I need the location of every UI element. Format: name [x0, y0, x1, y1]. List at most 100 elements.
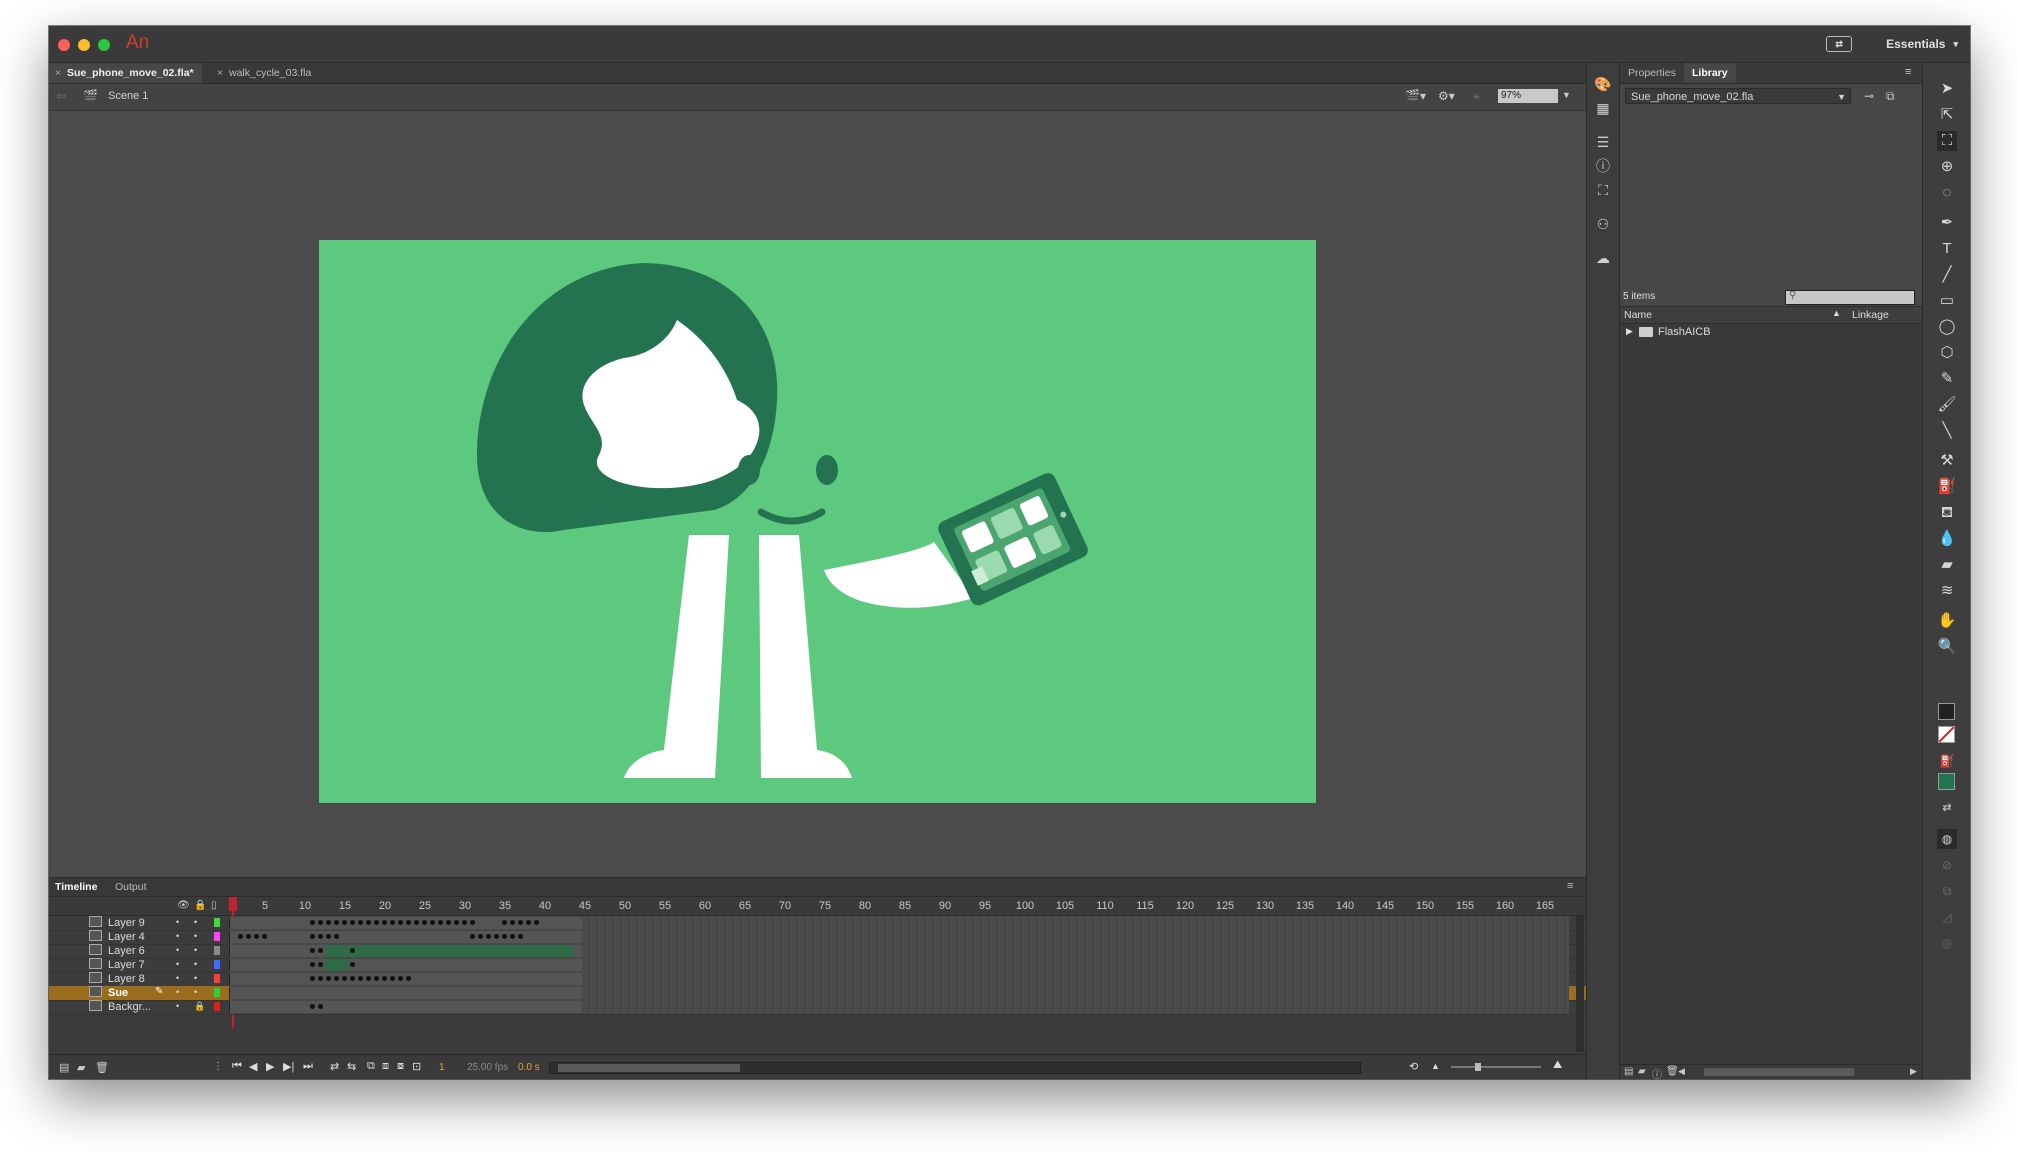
rectangle-tool-icon[interactable]: ▭ — [1937, 291, 1957, 311]
keyframe[interactable] — [398, 920, 403, 925]
lock-icon[interactable]: 🔒 — [194, 900, 206, 911]
brush-tool-icon[interactable]: 🖌 — [1937, 395, 1957, 415]
keyframe[interactable] — [374, 920, 379, 925]
sync-settings-icon[interactable]: ⇄ — [1826, 36, 1853, 52]
keyframe[interactable] — [310, 976, 315, 981]
layer-row[interactable]: Sue ✎ • • — [49, 986, 1586, 1001]
outline-color-swatch[interactable] — [214, 918, 220, 927]
width-tool-icon[interactable]: ≋ — [1937, 581, 1957, 601]
zoom-in-icon[interactable]: ⛰ — [1553, 1059, 1562, 1072]
keyframe[interactable] — [334, 934, 339, 939]
library-search-input[interactable]: ⚲ — [1785, 290, 1915, 305]
frame-track[interactable] — [229, 972, 1569, 986]
lock-toggle[interactable]: • — [194, 987, 197, 997]
color-panel-icon[interactable]: 🎨 — [1594, 75, 1612, 93]
lock-toggle[interactable]: • — [194, 931, 197, 941]
keyframe[interactable] — [366, 976, 371, 981]
visibility-toggle[interactable]: • — [176, 987, 179, 997]
frame-ruler[interactable]: 👁 🔒 ▯ 1510152025303540455055606570758085… — [49, 897, 1586, 916]
paint-bucket-tool-icon[interactable]: ⛽ — [1937, 477, 1957, 497]
keyframe[interactable] — [310, 934, 315, 939]
tab-walk-cycle[interactable]: × walk_cycle_03.fla — [211, 63, 319, 83]
go-to-first-icon[interactable]: ⏮ — [232, 1060, 242, 1073]
keyframe[interactable] — [398, 976, 403, 981]
lock-toggle[interactable]: • — [194, 959, 197, 969]
lock-toggle[interactable]: • — [194, 973, 197, 983]
sort-ascending-icon[interactable]: ▲ — [1832, 308, 1841, 318]
loop-icon[interactable]: ⇄ — [330, 1060, 339, 1073]
keyframe[interactable] — [350, 920, 355, 925]
keyframe[interactable] — [358, 976, 363, 981]
keyframe[interactable] — [502, 934, 507, 939]
layer-name[interactable]: Layer 8 — [89, 972, 209, 986]
layer-name[interactable]: Layer 7 — [89, 958, 209, 972]
keyframe[interactable] — [310, 920, 315, 925]
keyframe[interactable] — [406, 976, 411, 981]
layer-row[interactable]: Backgr... • 🔒 — [49, 1000, 1586, 1015]
visibility-toggle[interactable]: • — [176, 973, 179, 983]
keyframe[interactable] — [526, 920, 531, 925]
transform-icon[interactable]: ⛶ — [1594, 181, 1612, 199]
pin-library-icon[interactable]: ⊸ — [1864, 89, 1874, 103]
layer-name[interactable]: Layer 4 — [89, 930, 209, 944]
zoom-input[interactable]: 97% — [1498, 89, 1558, 103]
keyframe[interactable] — [342, 920, 347, 925]
center-frame-icon[interactable]: ⇆ — [347, 1060, 356, 1073]
close-icon[interactable]: × — [217, 63, 223, 83]
timeline-horizontal-scrollbar[interactable] — [549, 1062, 1361, 1074]
close-icon[interactable]: × — [55, 63, 61, 83]
layer-row[interactable]: Layer 9 • • — [49, 916, 1586, 931]
free-transform-tool-icon[interactable]: ⛶ — [1937, 131, 1957, 151]
keyframe[interactable] — [494, 934, 499, 939]
keyframe[interactable] — [318, 948, 323, 953]
oval-tool-icon[interactable]: ◯ — [1937, 317, 1957, 337]
outline-color-swatch[interactable] — [214, 960, 220, 969]
keyframe[interactable] — [486, 934, 491, 939]
keyframe[interactable] — [334, 976, 339, 981]
keyframe[interactable] — [326, 934, 331, 939]
outline-color-swatch[interactable] — [214, 932, 220, 941]
keyframe[interactable] — [246, 934, 251, 939]
polystar-tool-icon[interactable]: ⬡ — [1937, 343, 1957, 363]
library-document-select[interactable]: Sue_phone_move_02.fla ▼ — [1625, 88, 1851, 104]
new-library-panel-icon[interactable]: ⧉ — [1886, 89, 1895, 104]
zoom-dropdown-icon[interactable]: ▼ — [1562, 90, 1571, 100]
hand-tool-icon[interactable]: ✋ — [1937, 611, 1957, 631]
stroke-color-swatch[interactable] — [1938, 703, 1955, 720]
layer-name[interactable]: Layer 6 — [89, 944, 209, 958]
column-linkage[interactable]: Linkage — [1852, 309, 1889, 321]
expand-arrow-icon[interactable]: ▶ — [1626, 326, 1633, 337]
visibility-toggle[interactable]: • — [176, 931, 179, 941]
keyframe[interactable] — [510, 934, 515, 939]
keyframe[interactable] — [318, 962, 323, 967]
components-icon[interactable]: ⚇ — [1594, 215, 1612, 233]
lasso-tool-icon[interactable]: ◌ — [1937, 183, 1957, 203]
keyframe[interactable] — [422, 920, 427, 925]
frame-track[interactable] — [229, 1000, 1569, 1014]
keyframe[interactable] — [326, 976, 331, 981]
straighten-icon[interactable]: ◿ — [1937, 907, 1957, 927]
bone-tool-icon[interactable]: ⚒ — [1937, 451, 1957, 471]
keyframe[interactable] — [446, 920, 451, 925]
keyframe[interactable] — [534, 920, 539, 925]
visibility-toggle[interactable]: • — [176, 1001, 179, 1011]
edit-symbols-icon[interactable]: ⚙▾ — [1438, 89, 1455, 103]
outline-color-swatch[interactable] — [214, 974, 220, 983]
outline-color-swatch[interactable] — [214, 988, 220, 997]
library-item[interactable]: ▶ FlashAICB — [1620, 324, 1922, 340]
frame-track[interactable] — [229, 958, 1569, 972]
keyframe[interactable] — [350, 948, 355, 953]
layer-row[interactable]: Layer 7 • • — [49, 958, 1586, 973]
frame-rate[interactable]: 25.00 fps — [467, 1062, 508, 1073]
layer-name[interactable]: Backgr... — [89, 1000, 209, 1014]
lock-icon[interactable]: 🔒 — [194, 1001, 205, 1012]
keyframe[interactable] — [382, 920, 387, 925]
outline-icon[interactable]: ▯ — [211, 900, 217, 911]
frame-track[interactable] — [229, 986, 1569, 1000]
refresh-icon[interactable]: ⟲ — [1409, 1060, 1418, 1073]
divider-handle-icon[interactable]: ⋮ — [213, 1061, 223, 1072]
keyframe[interactable] — [254, 934, 259, 939]
new-folder-icon[interactable]: ▰ — [77, 1061, 85, 1074]
ink-bottle-tool-icon[interactable]: ⛾ — [1937, 503, 1957, 523]
smooth-icon[interactable]: ⧉ — [1937, 881, 1957, 901]
